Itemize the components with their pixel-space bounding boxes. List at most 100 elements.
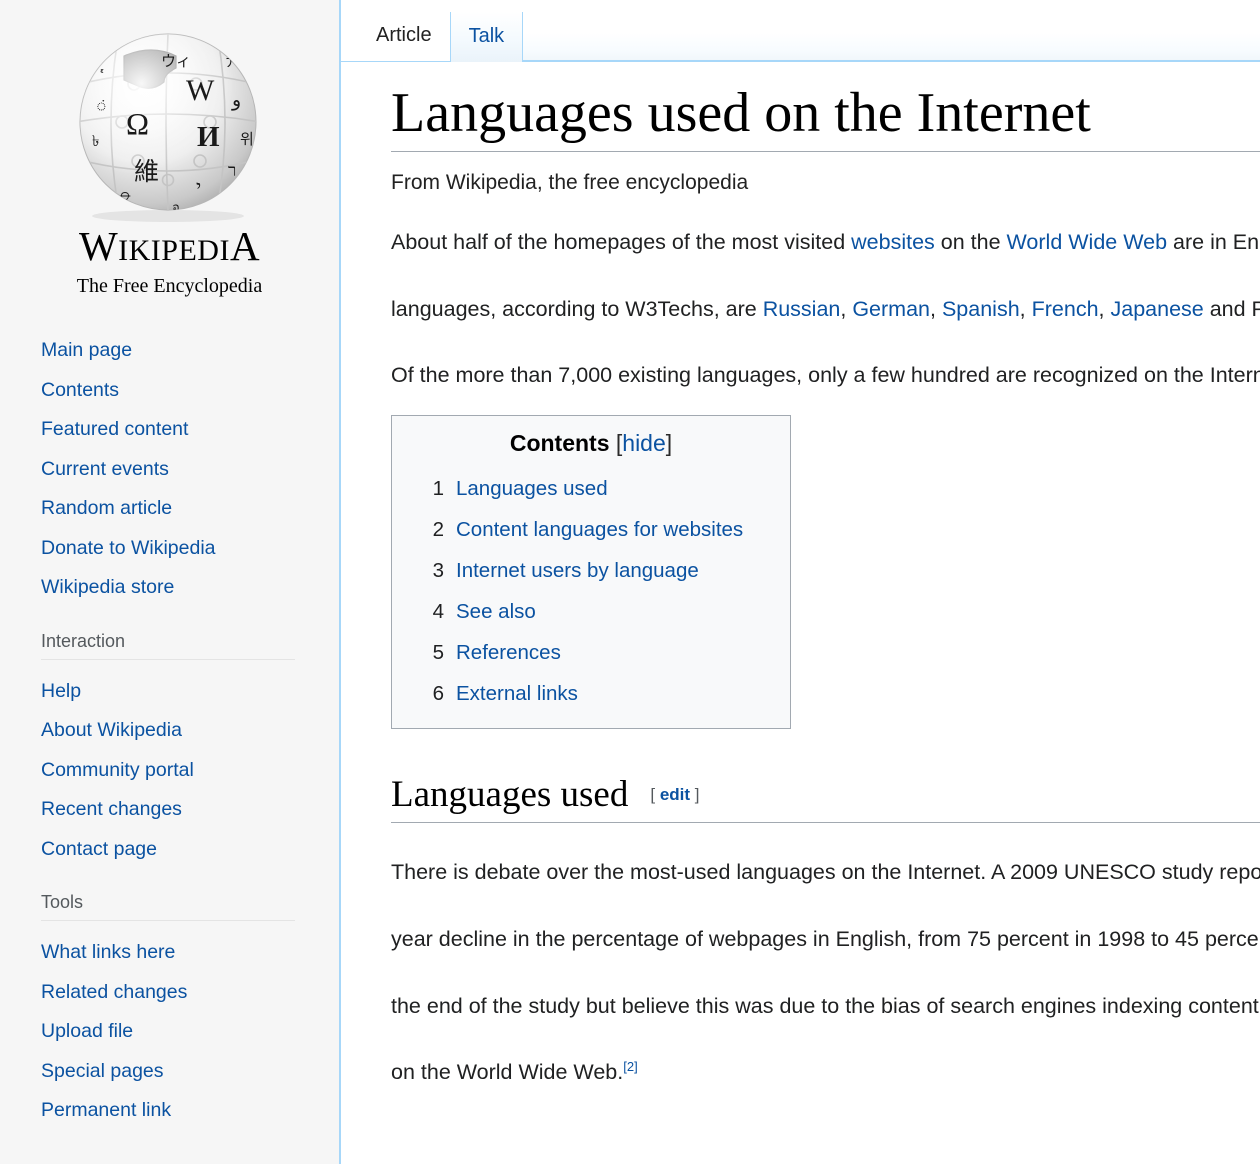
toc-item-number: 6 (418, 682, 444, 706)
toc-item[interactable]: 3 Internet users by language (418, 559, 764, 583)
toc-item[interactable]: 5 References (418, 641, 764, 665)
section-heading-languages-used: Languages used [ edit ] (391, 775, 1260, 823)
sidebar-item-about-wikipedia[interactable]: About Wikipedia (41, 721, 295, 741)
toc-list: 1 Languages used 2 Content languages for… (418, 477, 764, 706)
link-websites[interactable]: websites (851, 230, 935, 254)
page-title: Languages used on the Internet (391, 84, 1260, 152)
toc-link-internet-users-by-language[interactable]: Internet users by language (456, 559, 699, 583)
link-german[interactable]: German (852, 297, 930, 321)
toc-item-number: 3 (418, 559, 444, 583)
sep-1: , (840, 297, 852, 321)
section-edit-control: [ edit ] (650, 785, 699, 804)
lead-paragraph-1: About half of the homepages of the most … (391, 225, 1260, 260)
svg-text:ੳ: ੳ (119, 192, 131, 208)
article-subtitle: From Wikipedia, the free encyclopedia (391, 172, 1258, 193)
section-paragraph-tail: on the World Wide Web. (391, 1060, 623, 1084)
main-content: Article Talk Languages used on the Inter… (341, 0, 1260, 1164)
sidebar-item-current-events[interactable]: Current events (41, 460, 339, 480)
svg-text:ァ: ァ (224, 55, 238, 70)
sidebar-item-contents[interactable]: Contents (41, 381, 339, 401)
lead-text-b: on the (935, 230, 1007, 254)
toc-link-content-languages-for-websites[interactable]: Content languages for websites (456, 518, 743, 542)
sidebar-section-interaction: Interaction Help About Wikipedia Communi… (0, 632, 339, 860)
page-tabs: Article Talk (341, 0, 1260, 62)
section-heading-text: Languages used (391, 774, 628, 815)
wikipedia-tagline: The Free Encyclopedia (0, 275, 339, 297)
lead-text-a: About half of the homepages of the most … (391, 230, 851, 254)
svg-text:י: י (196, 177, 201, 199)
lead-text-d: languages, according to W3Techs, are (391, 297, 763, 321)
lead-paragraph-1-line2: languages, according to W3Techs, are Rus… (391, 292, 1260, 327)
section-paragraph-line-1: There is debate over the most-used langu… (391, 855, 1260, 890)
reference-link-2[interactable]: [2] (623, 1059, 637, 1074)
wikipedia-article-page: W Ω И 維 ウィ ァ و 위 ר י ் ৳ ๎ ੳ อ (0, 0, 1260, 1164)
edit-bracket-close: ] (695, 785, 700, 804)
toc-item[interactable]: 6 External links (418, 682, 764, 706)
sidebar-section-title-tools: Tools (41, 893, 295, 921)
link-japanese[interactable]: Japanese (1110, 297, 1203, 321)
edit-section-link[interactable]: edit (660, 785, 690, 804)
svg-text:위: 위 (240, 131, 254, 148)
sidebar-item-what-links-here[interactable]: What links here (41, 943, 295, 963)
sidebar-item-help[interactable]: Help (41, 682, 295, 702)
tab-talk[interactable]: Talk (450, 12, 524, 62)
svg-text:ウィ: ウィ (161, 53, 191, 70)
section-paragraph-line-2: year decline in the percentage of webpag… (391, 922, 1260, 957)
lead-paragraph-2: Of the more than 7,000 existing language… (391, 358, 1260, 393)
link-russian[interactable]: Russian (763, 297, 841, 321)
svg-text:Ω: Ω (126, 106, 149, 141)
sidebar-item-contact-page[interactable]: Contact page (41, 840, 295, 860)
edit-bracket-open: [ (650, 785, 655, 804)
article-body: Languages used on the Internet From Wiki… (341, 62, 1258, 1090)
link-world-wide-web[interactable]: World Wide Web (1007, 230, 1168, 254)
sidebar-item-wikipedia-store[interactable]: Wikipedia store (41, 578, 339, 598)
tab-article[interactable]: Article (358, 25, 450, 61)
toc-item[interactable]: 1 Languages used (418, 477, 764, 501)
toc-header: Contents [hide] (418, 432, 764, 455)
sidebar-item-community-portal[interactable]: Community portal (41, 761, 295, 781)
sidebar-item-donate[interactable]: Donate to Wikipedia (41, 539, 339, 559)
lead-text-e: and Portuguese. (1204, 297, 1260, 321)
toc-item-number: 1 (418, 477, 444, 501)
toc-link-references[interactable]: References (456, 641, 561, 665)
toc-link-external-links[interactable]: External links (456, 682, 578, 706)
sidebar-item-random-article[interactable]: Random article (41, 499, 339, 519)
sidebar-item-recent-changes[interactable]: Recent changes (41, 800, 295, 820)
lead-text-c: are in English, with varying amounts of … (1167, 230, 1260, 254)
sidebar-item-permanent-link[interactable]: Permanent link (41, 1101, 295, 1121)
link-french[interactable]: French (1032, 297, 1099, 321)
wikipedia-wordmark: WIKIPEDIA (0, 226, 339, 267)
toc-hide-link[interactable]: hide (622, 430, 665, 456)
toc-item-number: 2 (418, 518, 444, 542)
site-logo-block[interactable]: W Ω И 維 ウィ ァ و 위 ר י ் ৳ ๎ ੳ อ (0, 0, 339, 297)
toc-bracket-close: ] (666, 430, 672, 456)
section-paragraph-line-4: on the World Wide Web.[2] (391, 1055, 1260, 1090)
table-of-contents: Contents [hide] 1 Languages used 2 Conte… (391, 415, 791, 729)
sidebar-item-featured-content[interactable]: Featured content (41, 420, 339, 440)
svg-text:৳: ৳ (92, 134, 99, 150)
sidebar-item-main-page[interactable]: Main page (41, 341, 339, 361)
sidebar-section-title-interaction: Interaction (41, 632, 295, 660)
svg-text:W: W (186, 74, 215, 107)
sep-2: , (930, 297, 942, 321)
toc-item[interactable]: 2 Content languages for websites (418, 518, 764, 542)
sep-4: , (1099, 297, 1111, 321)
sidebar-navigation: Main page Contents Featured content Curr… (0, 341, 339, 598)
toc-title-text: Contents (510, 430, 610, 456)
link-spanish[interactable]: Spanish (942, 297, 1020, 321)
toc-item[interactable]: 4 See also (418, 600, 764, 624)
toc-item-number: 5 (418, 641, 444, 665)
reference-marker-2[interactable]: [2] (623, 1059, 637, 1074)
sidebar-item-upload-file[interactable]: Upload file (41, 1022, 295, 1042)
svg-text:維: 維 (134, 158, 159, 186)
toc-link-see-also[interactable]: See also (456, 600, 536, 624)
sep-3: , (1020, 297, 1032, 321)
toc-item-number: 4 (418, 600, 444, 624)
sidebar-item-related-changes[interactable]: Related changes (41, 983, 295, 1003)
svg-text:И: И (197, 121, 220, 153)
svg-text:ר: ר (228, 161, 236, 180)
wikipedia-globe-icon[interactable]: W Ω И 維 ウィ ァ و 위 ר י ் ৳ ๎ ੳ อ (60, 22, 280, 222)
toc-link-languages-used[interactable]: Languages used (456, 477, 608, 501)
svg-text:و: و (231, 90, 241, 111)
sidebar-item-special-pages[interactable]: Special pages (41, 1062, 295, 1082)
